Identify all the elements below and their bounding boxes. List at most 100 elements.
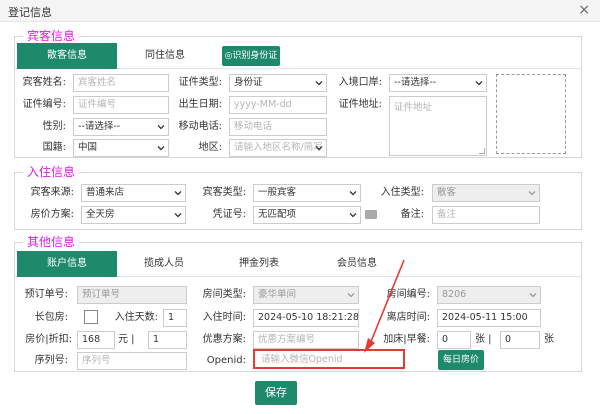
booking-number-input[interactable]: 预订单号: [77, 286, 187, 304]
guest-info-legend: 宾客信息: [23, 29, 80, 43]
checkin-type-label: 入住类型:: [380, 187, 424, 198]
tab-individual-guest[interactable]: 散客信息: [17, 43, 117, 69]
close-icon[interactable]: ×: [578, 2, 590, 18]
chevron-down-icon: [347, 291, 355, 299]
id-photo-placeholder: [496, 74, 566, 154]
gender-label: 性别:: [42, 121, 66, 132]
stay-days-input[interactable]: 1: [163, 309, 187, 327]
room-number-value: 8206: [442, 289, 467, 300]
region-placeholder: 请输入地区名称/简写: [234, 142, 323, 153]
chevron-down-icon: [349, 211, 357, 219]
guest-name-input[interactable]: 宾客姓名: [73, 74, 169, 92]
room-type-value: 豪华单间: [258, 289, 297, 300]
entry-port-value: --请选择--: [394, 77, 437, 88]
remark-input[interactable]: 备注: [432, 206, 540, 224]
nationality-value: 中国: [78, 142, 98, 153]
id-number-label: 证件编号:: [22, 99, 66, 110]
annotation-arrow: [364, 259, 405, 353]
chevron-down-icon: [157, 123, 165, 131]
chevron-down-icon: [157, 144, 165, 152]
guest-type-label: 宾客类型:: [202, 187, 246, 198]
discount-input[interactable]: 1: [148, 331, 187, 349]
rate-plan-value: 全天房: [86, 209, 115, 220]
guest-type-select[interactable]: 一般宾客: [253, 184, 361, 202]
chevron-down-icon: [174, 211, 182, 219]
gender-value: --请选择--: [78, 121, 121, 132]
other-info-legend: 其他信息: [23, 235, 80, 249]
booking-number-label: 预订单号:: [24, 289, 68, 300]
extra-bed-input[interactable]: 0: [437, 331, 471, 349]
rate-plan-label: 房价方案:: [30, 209, 74, 220]
read-id-card-button[interactable]: ◎识别身份证: [222, 46, 280, 66]
chevron-down-icon: [315, 144, 323, 152]
voucher-value: 无匹配项: [258, 209, 297, 220]
serial-number-input[interactable]: 序列号: [77, 352, 187, 370]
gender-select[interactable]: --请选择--: [73, 118, 169, 136]
daily-rate-button[interactable]: 每日房价: [438, 350, 484, 370]
rate-unit-label: 元 |: [118, 334, 135, 345]
other-tabs: 账户信息 揽成人员 押金列表 会员信息: [15, 251, 581, 277]
room-type-label: 房间类型:: [202, 289, 246, 300]
checkin-type-select[interactable]: 散客: [432, 184, 540, 202]
long-stay-label: 长包房:: [34, 312, 68, 323]
serial-number-label: 序列号:: [34, 355, 68, 366]
openid-label: Openid:: [206, 355, 246, 366]
room-type-select[interactable]: 豪华单间: [253, 286, 359, 304]
mobile-input[interactable]: 移动电话: [229, 118, 327, 136]
promo-plan-input[interactable]: 优惠方案编号: [253, 331, 359, 349]
breakfast-input[interactable]: 0: [500, 331, 540, 349]
save-button[interactable]: 保存: [255, 381, 297, 405]
guest-source-select[interactable]: 普通来店: [81, 184, 186, 202]
tab-promoter[interactable]: 揽成人员: [119, 251, 209, 277]
voucher-select[interactable]: 无匹配项: [253, 206, 361, 224]
chevron-down-icon: [528, 189, 536, 197]
voucher-label: 凭证号:: [212, 209, 246, 220]
id-number-input[interactable]: 证件编号: [73, 96, 169, 114]
checkout-time-input[interactable]: 2024-05-11 15:00: [437, 309, 541, 327]
chevron-down-icon: [315, 79, 323, 87]
id-type-select[interactable]: 身份证: [229, 74, 327, 92]
region-label: 地区:: [198, 142, 222, 153]
window-titlebar: 登记信息 ×: [0, 0, 600, 22]
id-type-label: 证件类型:: [178, 77, 222, 88]
checkin-type-value: 散客: [437, 187, 457, 198]
stay-days-label: 入住天数:: [114, 312, 158, 323]
checkin-time-label: 入住时间:: [202, 312, 246, 323]
region-select[interactable]: 请输入地区名称/简写: [229, 139, 327, 157]
tab-deposit-list[interactable]: 押金列表: [211, 251, 307, 277]
room-rate-input[interactable]: 168: [77, 331, 115, 349]
rate-plan-select[interactable]: 全天房: [81, 206, 186, 224]
tab-account-info[interactable]: 账户信息: [17, 251, 117, 277]
entry-port-select[interactable]: --请选择--: [389, 74, 487, 92]
entry-port-label: 入境口岸:: [338, 77, 382, 88]
tab-cohabitant[interactable]: 同住信息: [117, 43, 213, 69]
guest-source-value: 普通来店: [86, 187, 125, 198]
birth-date-input[interactable]: yyyy-MM-dd: [229, 96, 327, 114]
id-address-textarea[interactable]: 证件地址: [389, 96, 487, 156]
long-stay-checkbox[interactable]: [84, 310, 98, 324]
birth-date-label: 出生日期:: [178, 99, 222, 110]
rate-discount-label: 房价|折扣:: [25, 334, 72, 345]
window-title: 登记信息: [8, 6, 52, 19]
checkin-info-legend: 入住信息: [23, 165, 80, 179]
nationality-label: 国籍:: [42, 142, 66, 153]
room-number-select[interactable]: 8206: [437, 286, 541, 304]
id-type-value: 身份证: [234, 77, 263, 88]
extra-bed-unit: 张 |: [475, 334, 492, 345]
breakfast-unit: 张: [544, 334, 554, 345]
resize-grip-icon[interactable]: [479, 148, 485, 154]
mobile-label: 移动电话:: [178, 121, 222, 132]
nationality-select[interactable]: 中国: [73, 139, 169, 157]
guest-source-label: 宾客来源:: [30, 187, 74, 198]
checkin-time-input[interactable]: 2024-05-10 18:21:28: [253, 309, 359, 327]
chevron-down-icon: [349, 189, 357, 197]
guest-type-value: 一般宾客: [258, 187, 297, 198]
id-address-label: 证件地址:: [338, 99, 382, 110]
guest-name-label: 宾客姓名:: [22, 77, 66, 88]
guest-tabs: 散客信息 同住信息: [15, 43, 581, 69]
chevron-down-icon: [475, 79, 483, 87]
promo-plan-label: 优惠方案:: [202, 334, 246, 345]
ticket-icon[interactable]: [365, 210, 377, 219]
id-address-placeholder: 证件地址: [394, 102, 433, 113]
chevron-down-icon: [529, 291, 537, 299]
